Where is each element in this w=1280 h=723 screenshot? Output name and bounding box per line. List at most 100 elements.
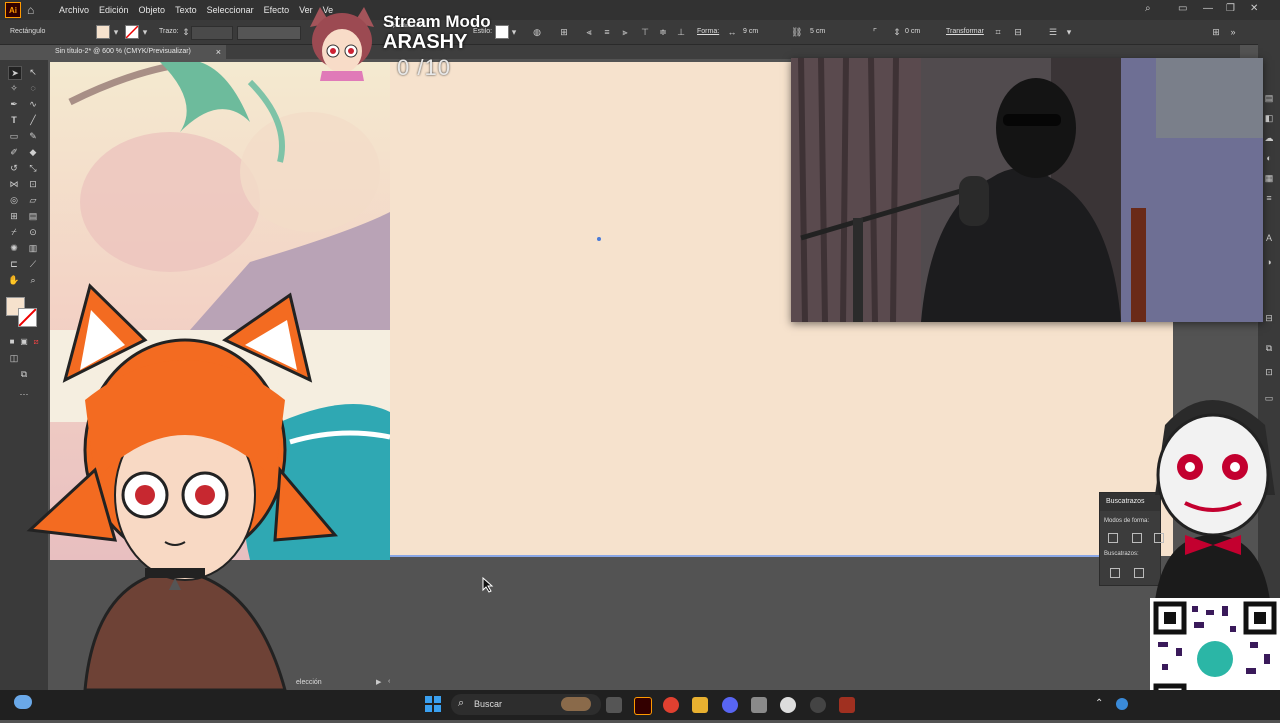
layers-panel-icon[interactable]: ◧ [1263, 112, 1275, 124]
windows-start-icon[interactable] [425, 696, 441, 712]
transformar-link[interactable]: Transformar [946, 28, 984, 35]
restore-icon[interactable]: ❐ [1226, 3, 1235, 14]
minimize-icon[interactable]: — [1203, 3, 1213, 14]
workspace-icon[interactable]: ▭ [1178, 3, 1187, 14]
task-view-icon[interactable] [606, 697, 622, 713]
artboard-tool-icon[interactable]: ⊏ [8, 258, 20, 270]
unite-button[interactable] [1108, 533, 1118, 543]
illustrator-taskbar-icon[interactable] [634, 697, 652, 715]
weather-icon[interactable] [14, 695, 32, 709]
trim-button[interactable] [1134, 568, 1144, 578]
anchor-point[interactable] [597, 237, 601, 241]
minus-front-button[interactable] [1132, 533, 1142, 543]
divide-button[interactable] [1110, 568, 1120, 578]
chevron-down-icon[interactable]: ▾ [1064, 27, 1074, 37]
search-icon[interactable]: ⌕ [1145, 3, 1151, 14]
menu-texto[interactable]: Texto [175, 5, 197, 15]
scroll-left-icon[interactable]: ‹ [388, 678, 390, 685]
curvature-tool-icon[interactable]: ∿ [27, 98, 39, 110]
rotate-tool-icon[interactable]: ↺ [8, 162, 20, 174]
winrar-icon[interactable] [839, 697, 855, 713]
rectangle-tool-icon[interactable]: ▭ [8, 130, 20, 142]
align-left-icon[interactable]: ⫷ [584, 27, 594, 37]
properties-panel-icon[interactable]: ▤ [1263, 92, 1275, 104]
transparency-panel-icon[interactable]: ◑ [1263, 256, 1275, 268]
file-explorer-icon[interactable] [692, 697, 708, 713]
chevron-down-icon[interactable]: ▾ [111, 27, 121, 37]
home-icon[interactable]: ⌂ [27, 4, 41, 16]
document-tab[interactable]: Sin título-2* @ 600 % (CMYK/Previsualiza… [50, 45, 226, 59]
close-tab-icon[interactable]: × [216, 45, 221, 59]
scale-tool-icon[interactable]: ⤡ [27, 162, 39, 174]
shape-builder-tool-icon[interactable]: ◎ [8, 194, 20, 206]
isolate-icon[interactable]: ⌗ [993, 27, 1003, 37]
gradient-tool-icon[interactable]: ▤ [27, 210, 39, 222]
libraries-panel-icon[interactable]: ☁ [1263, 132, 1275, 144]
tray-app-icon[interactable] [1116, 698, 1128, 710]
app-icon[interactable] [780, 697, 796, 713]
corner-stepper-icon[interactable]: ⇕ [892, 27, 902, 37]
free-transform-tool-icon[interactable]: ⊡ [27, 178, 39, 190]
globe-icon[interactable]: ◍ [532, 27, 542, 37]
menu-archivo[interactable]: Archivo [59, 5, 89, 15]
height-value[interactable]: 5 cm [810, 28, 825, 35]
chevron-down-icon[interactable]: ▾ [140, 27, 150, 37]
stroke-panel-icon[interactable]: ≡ [1263, 192, 1275, 204]
menu-seleccionar[interactable]: Seleccionar [207, 5, 254, 15]
graph-tool-icon[interactable]: ▥ [27, 242, 39, 254]
type-tool-icon[interactable]: T [8, 114, 20, 126]
slice-tool-icon[interactable]: ⟋ [27, 258, 39, 270]
panel-layout-icon[interactable]: ⊞ [1211, 27, 1221, 37]
chevron-down-icon[interactable]: ▾ [509, 27, 519, 37]
stroke-swatch[interactable] [125, 25, 139, 39]
properties-icon[interactable]: ☰ [1048, 27, 1058, 37]
chrome-icon[interactable] [663, 697, 679, 713]
align-top-icon[interactable]: ⊤ [640, 27, 650, 37]
discord-icon[interactable] [722, 697, 738, 713]
close-window-icon[interactable]: ✕ [1250, 3, 1258, 14]
obs-icon[interactable] [810, 697, 826, 713]
style-swatch[interactable] [495, 25, 509, 39]
magic-wand-tool-icon[interactable]: ✧ [8, 82, 20, 94]
taskbar-search[interactable]: ⌕ Buscar [451, 694, 601, 715]
blend-tool-icon[interactable]: ⊙ [27, 226, 39, 238]
fill-swatch[interactable] [96, 25, 110, 39]
pathfinder-panel-icon[interactable]: ⧉ [1263, 342, 1275, 354]
eraser-tool-icon[interactable]: ◆ [27, 146, 39, 158]
perspective-tool-icon[interactable]: ▱ [27, 194, 39, 206]
menu-edicion[interactable]: Edición [99, 5, 129, 15]
symbol-sprayer-tool-icon[interactable]: ✺ [8, 242, 20, 254]
direct-selection-tool-icon[interactable]: ↖ [27, 66, 39, 78]
menu-objeto[interactable]: Objeto [139, 5, 166, 15]
paintbrush-tool-icon[interactable]: ✎ [27, 130, 39, 142]
play-icon[interactable]: ▶ [376, 678, 381, 686]
settings-icon[interactable] [751, 697, 767, 713]
tray-chevron-icon[interactable]: ⌃ [1095, 698, 1103, 709]
link-icon[interactable]: ⛓ [791, 27, 802, 37]
width-value[interactable]: 9 cm [743, 28, 758, 35]
transform-panel-icon[interactable]: ⊡ [1263, 366, 1275, 378]
variable-width-field[interactable] [237, 26, 301, 40]
stroke-weight-field[interactable] [191, 26, 233, 40]
align-middle-icon[interactable]: ≑ [658, 27, 668, 37]
color-panel-icon[interactable]: ◐ [1263, 152, 1275, 164]
draw-mode-icon[interactable]: ◫ [8, 352, 20, 364]
arrange-icon[interactable]: ⊟ [1013, 27, 1023, 37]
forma-label[interactable]: Forma: [697, 28, 719, 35]
corner-value[interactable]: 0 cm [905, 28, 920, 35]
pen-tool-icon[interactable]: ✒ [8, 98, 20, 110]
swatches-panel-icon[interactable]: ▦ [1263, 172, 1275, 184]
align-bottom-icon[interactable]: ⊥ [676, 27, 686, 37]
lasso-tool-icon[interactable]: ◌ [27, 82, 39, 94]
collapse-icon[interactable]: » [1228, 27, 1238, 37]
align-center-icon[interactable]: ≡ [602, 27, 612, 37]
line-tool-icon[interactable]: ╱ [27, 114, 39, 126]
menu-efecto[interactable]: Efecto [264, 5, 290, 15]
eyedropper-tool-icon[interactable]: ⌿ [8, 226, 20, 238]
shaper-tool-icon[interactable]: ✐ [8, 146, 20, 158]
width-tool-icon[interactable]: ⋈ [8, 178, 20, 190]
stroke-stepper-icon[interactable]: ⇕ [181, 27, 191, 37]
type-panel-icon[interactable]: A [1263, 232, 1275, 244]
align-right-icon[interactable]: ⫸ [620, 27, 630, 37]
hand-tool-icon[interactable]: ✋ [8, 274, 20, 286]
